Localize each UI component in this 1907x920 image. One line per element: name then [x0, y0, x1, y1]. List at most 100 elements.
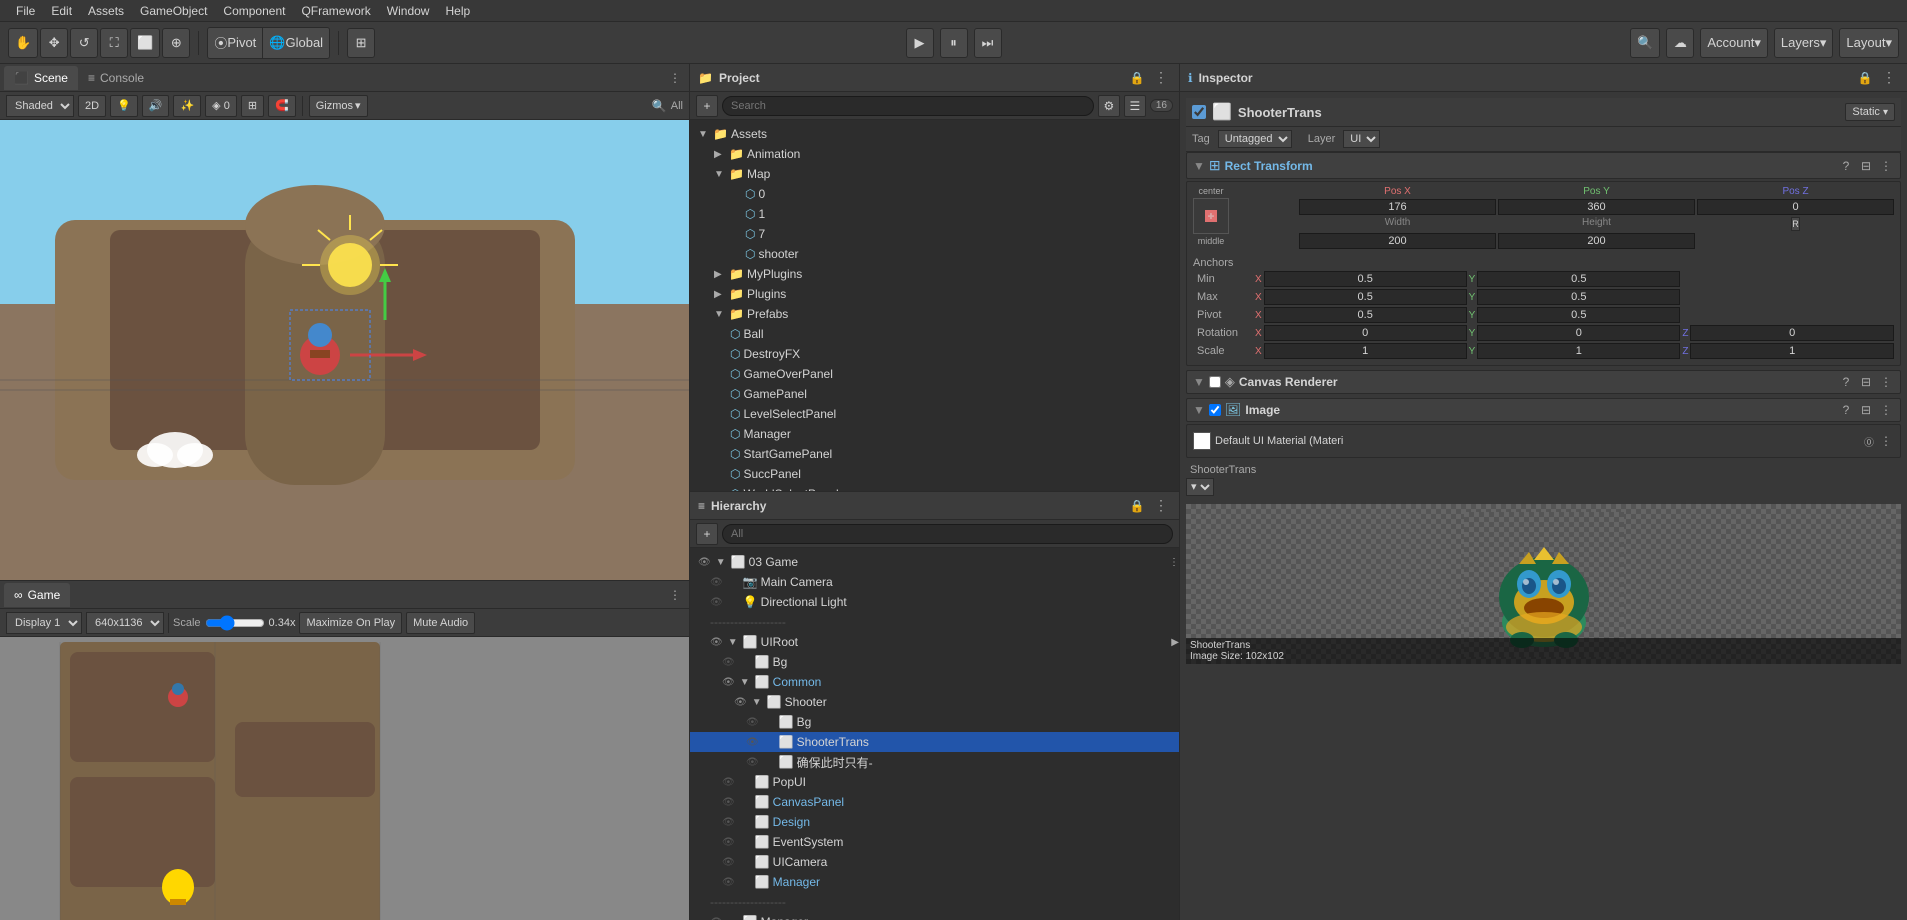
scene-viewport[interactable] [0, 120, 689, 580]
h-shooter[interactable]: 👁 ▼ ⬜ Shooter [690, 692, 1179, 712]
fx-btn[interactable]: ✨ [173, 95, 201, 117]
tag-select[interactable]: Untagged [1218, 130, 1292, 148]
transform-tool-btn[interactable]: ⊕ [162, 28, 190, 58]
rect-help-btn[interactable]: ? [1838, 159, 1854, 173]
h-maincamera[interactable]: 👁 📷 Main Camera [690, 572, 1179, 592]
tree-map-shooter[interactable]: ⬡ shooter [690, 244, 1179, 264]
layers-btn[interactable]: Layers ▾ [1774, 28, 1834, 58]
rect-tool-btn[interactable]: ⬜ [130, 28, 160, 58]
h-shooter-bg[interactable]: 👁 ⬜ Bg [690, 712, 1179, 732]
h-dirlight[interactable]: 👁 💡 Directional Light [690, 592, 1179, 612]
account-btn[interactable]: Account ▾ [1700, 28, 1768, 58]
grid-btn[interactable]: ⊞ [241, 95, 264, 117]
mute-audio-btn[interactable]: Mute Audio [406, 612, 475, 634]
layer-select[interactable]: UI [1343, 130, 1380, 148]
h-uiroot[interactable]: 👁 ▼ ⬜ UIRoot ▶ [690, 632, 1179, 652]
pos-x-input[interactable] [1299, 199, 1496, 215]
hierarchy-search[interactable] [722, 524, 1173, 544]
2d-btn[interactable]: 2D [78, 95, 106, 117]
h-eventsystem[interactable]: 👁 ⬜ EventSystem [690, 832, 1179, 852]
h-manager[interactable]: 👁 ⬜ Manager [690, 912, 1179, 920]
gizmos-btn[interactable]: Gizmos ▾ [309, 95, 368, 117]
canvas-renderer-header[interactable]: ▼ ◈ Canvas Renderer ? ⊟ ⋮ [1186, 370, 1901, 394]
shootertrans-dropdown[interactable]: ▾ [1186, 478, 1214, 496]
material-more[interactable]: ⋮ [1878, 434, 1894, 448]
game-viewport[interactable] [0, 637, 689, 920]
scale-slider[interactable] [205, 616, 265, 630]
tab-console[interactable]: ≡ Console [78, 66, 154, 90]
image-help[interactable]: ? [1838, 403, 1854, 417]
snap-btn[interactable]: 🧲 [268, 95, 296, 117]
audio-btn[interactable]: 🔊 [142, 95, 170, 117]
assets-root[interactable]: ▼ 📁 Assets [690, 124, 1179, 144]
h-design[interactable]: 👁 ⬜ Design [690, 812, 1179, 832]
hand-tool-btn[interactable]: ✋ [8, 28, 38, 58]
tree-map-1[interactable]: ⬡ 1 [690, 204, 1179, 224]
h-canvaspanel[interactable]: 👁 ⬜ CanvasPanel [690, 792, 1179, 812]
tree-manager-prefab[interactable]: ⬡ Manager [690, 424, 1179, 444]
canvas-renderer-settings[interactable]: ⊟ [1858, 375, 1874, 389]
image-settings[interactable]: ⊟ [1858, 403, 1874, 417]
height-input[interactable] [1498, 233, 1695, 249]
menu-help[interactable]: Help [437, 2, 478, 20]
tree-succpanel[interactable]: ⬡ SuccPanel [690, 464, 1179, 484]
cloud-btn[interactable]: ☁ [1666, 28, 1694, 58]
menu-window[interactable]: Window [379, 2, 438, 20]
project-more-btn[interactable]: ⋮ [1151, 68, 1171, 88]
tree-plugins[interactable]: ▶ 📁 Plugins [690, 284, 1179, 304]
image-checkbox[interactable] [1209, 404, 1221, 416]
canvas-renderer-help[interactable]: ? [1838, 375, 1854, 389]
move-tool-btn[interactable]: ✥ [40, 28, 68, 58]
tree-destroyfx[interactable]: ⬡ DestroyFX [690, 344, 1179, 364]
global-btn[interactable]: 🌐 Global [263, 28, 329, 58]
h-quebao[interactable]: 👁 ⬜ 确保此时只有- [690, 752, 1179, 772]
scene-more-btn[interactable]: ⋮ [665, 68, 685, 88]
lighting-btn[interactable]: 💡 [110, 95, 138, 117]
tree-myplugins[interactable]: ▶ 📁 MyPlugins [690, 264, 1179, 284]
scale-z-input[interactable] [1690, 343, 1894, 359]
pause-btn[interactable]: ⏸ [940, 28, 968, 58]
resolution-select[interactable]: 640x1136 [86, 612, 164, 634]
display-select[interactable]: Display 1 [6, 612, 82, 634]
project-search[interactable] [722, 96, 1094, 116]
search-cloud-btn[interactable]: 🔍 [1630, 28, 1660, 58]
tree-prefabs[interactable]: ▼ 📁 Prefabs [690, 304, 1179, 324]
image-more[interactable]: ⋮ [1878, 403, 1894, 417]
custom-btn[interactable]: ⊞ [347, 28, 375, 58]
h-popui[interactable]: 👁 ⬜ PopUI [690, 772, 1179, 792]
hierarchy-more-btn[interactable]: ⋮ [1151, 496, 1171, 516]
pivot-btn[interactable]: ⦿ Pivot [208, 28, 263, 58]
project-filter-btn[interactable]: ⚙ [1098, 95, 1120, 117]
step-btn[interactable]: ⏭ [974, 28, 1002, 58]
hierarchy-lock-btn[interactable]: 🔒 [1127, 496, 1147, 516]
tree-startgamepanel[interactable]: ⬡ StartGamePanel [690, 444, 1179, 464]
material-info-btn[interactable]: ⓪ [1864, 434, 1874, 449]
canvas-renderer-more[interactable]: ⋮ [1878, 375, 1894, 389]
layout-btn[interactable]: Layout ▾ [1839, 28, 1899, 58]
rot-x-input[interactable] [1264, 325, 1467, 341]
canvas-renderer-checkbox[interactable] [1209, 376, 1221, 388]
tab-scene[interactable]: ⬛ Scene [4, 66, 78, 90]
add-gameobject-btn[interactable]: + [696, 523, 718, 545]
tree-levelselectpanel[interactable]: ⬡ LevelSelectPanel [690, 404, 1179, 424]
rot-z-input[interactable] [1690, 325, 1894, 341]
game-more-btn[interactable]: ⋮ [665, 585, 685, 605]
inspector-more-btn[interactable]: ⋮ [1879, 68, 1899, 88]
r-btn[interactable]: R [1791, 217, 1800, 231]
add-asset-btn[interactable]: + [696, 95, 718, 117]
pos-y-input[interactable] [1498, 199, 1695, 215]
obj-active-checkbox[interactable] [1192, 105, 1206, 119]
width-input[interactable] [1299, 233, 1496, 249]
scale-x-input[interactable] [1264, 343, 1467, 359]
project-settings-btn[interactable]: ☰ [1124, 95, 1146, 117]
rotate-tool-btn[interactable]: ↺ [70, 28, 98, 58]
menu-component[interactable]: Component [215, 2, 293, 20]
inspector-lock-btn[interactable]: 🔒 [1855, 68, 1875, 88]
menu-edit[interactable]: Edit [43, 2, 80, 20]
tree-map[interactable]: ▼ 📁 Map [690, 164, 1179, 184]
pivot-y-input[interactable] [1477, 307, 1680, 323]
tree-map-7[interactable]: ⬡ 7 [690, 224, 1179, 244]
anchor-min-y[interactable] [1477, 271, 1680, 287]
h-uicamera[interactable]: 👁 ⬜ UICamera [690, 852, 1179, 872]
tree-gameoverpanel[interactable]: ⬡ GameOverPanel [690, 364, 1179, 384]
